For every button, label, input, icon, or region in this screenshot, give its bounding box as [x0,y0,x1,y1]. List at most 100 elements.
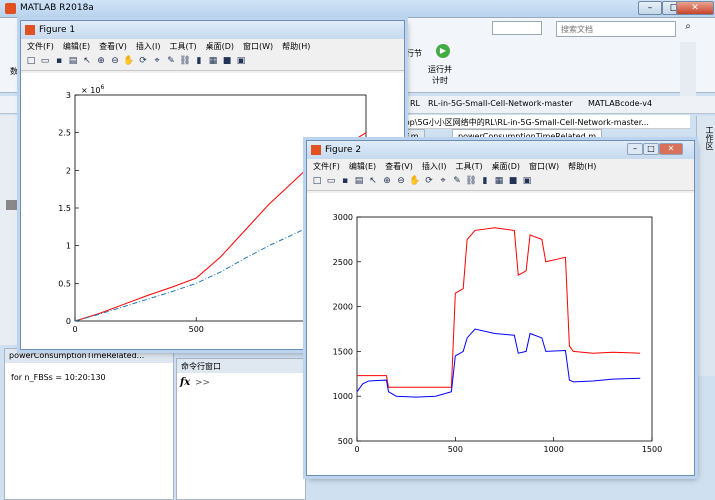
chart-2-x-tick-label: 1500 [642,445,662,454]
open-icon[interactable]: ▭ [325,175,337,187]
figure-2-window[interactable]: Figure 2 – □ ✕ 文件(F) 编辑(E) 查看(V) 插入(I) 工具(T)… [306,140,695,476]
new-figure-icon[interactable]: □ [311,175,323,187]
figure-2-maximize-button[interactable]: □ [643,143,659,155]
link-icon[interactable]: ⛓ [179,55,191,67]
chart-2-y-tick-label: 2000 [333,303,353,312]
figure-2-toolbar: □ ▭ ▪ ▤ ↖ ⊕ ⊖ ✋ ⟳ ⌖ ✎ ⛓ ▮ ▦ ■ ▣ [307,173,694,191]
ribbon-left-label: 数 [10,67,18,76]
figure-1-title: Figure 1 [39,25,76,35]
save-icon[interactable]: ▪ [53,55,65,67]
legend-icon[interactable]: ▦ [207,55,219,67]
figure-1-menu-bar: 文件(F) 编辑(E) 查看(V) 插入(I) 工具(T) 桌面(D) 窗口(W) 帮助(H) [21,39,404,53]
pan-icon[interactable]: ✋ [123,55,135,67]
menu-insert[interactable]: 插入(I) [422,162,447,171]
menu-desktop[interactable]: 桌面(D) [206,42,234,51]
figure-1-toolbar: □ ▭ ▪ ▤ ↖ ⊕ ⊖ ✋ ⟳ ⌖ ✎ ⛓ ▮ ▦ ■ ▣ [21,53,404,71]
legend-icon[interactable]: ▦ [493,175,505,187]
print-icon[interactable]: ▤ [353,175,365,187]
workspace-side-panel[interactable]: 工作区 [696,116,715,376]
hide-tools-icon[interactable]: ■ [221,55,233,67]
minimize-button[interactable]: – [638,1,662,15]
menu-tools[interactable]: 工具(T) [169,42,196,51]
data-cursor-icon[interactable]: ⌖ [437,175,449,187]
matlab-logo-icon [5,3,16,14]
zoom-in-icon[interactable]: ⊕ [95,55,107,67]
matlab-figure-icon [311,145,321,155]
menu-view[interactable]: 查看(V) [99,42,127,51]
search-icon[interactable]: ⌕ [680,21,696,37]
menu-view[interactable]: 查看(V) [385,162,413,171]
path-segment-1[interactable]: RL [410,99,420,108]
pan-icon[interactable]: ✋ [409,175,421,187]
chart-1-exponent: × 106 [81,84,104,95]
menu-edit[interactable]: 编辑(E) [349,162,376,171]
menu-window[interactable]: 窗口(W) [243,42,273,51]
app-title: MATLAB R2018a [20,3,94,13]
workspace-code-line: for n_FBSs = 10:20:130 [11,373,106,382]
path-segment-2[interactable]: RL-in-5G-Small-Cell-Network-master [428,99,573,108]
current-folder-path: ktop\5G小小区网络中的RL\RL-in-5G-Small-Cell-Net… [395,115,690,129]
chart-1-y-tick-label: 1.5 [58,204,71,213]
chart-1-y-tick-label: 2.5 [58,129,71,138]
workspace-panel: powerConsumptionTimeRelated... for n_FBS… [4,348,174,500]
data-cursor-icon[interactable]: ⌖ [151,55,163,67]
figure-2-title-bar: Figure 2 – □ ✕ [307,141,694,159]
chart-1-x-tick-label: 0 [72,325,77,334]
menu-help[interactable]: 帮助(H) [282,42,310,51]
hide-tools-icon[interactable]: ■ [507,175,519,187]
ribbon-toolbar-strip [492,21,542,35]
menu-file[interactable]: 文件(F) [313,162,340,171]
brush-icon[interactable]: ✎ [451,175,463,187]
menu-file[interactable]: 文件(F) [27,42,54,51]
brush-icon[interactable]: ✎ [165,55,177,67]
menu-insert[interactable]: 插入(I) [136,42,161,51]
colorbar-icon[interactable]: ▮ [193,55,205,67]
figure-2-close-button[interactable]: ✕ [659,143,683,155]
ribbon-collapse[interactable] [680,42,696,102]
figure-1-title-bar: Figure 1 [21,21,404,39]
command-prompt[interactable]: >> [195,378,210,388]
rotate-icon[interactable]: ⟳ [423,175,435,187]
zoom-in-icon[interactable]: ⊕ [381,175,393,187]
menu-edit[interactable]: 编辑(E) [63,42,90,51]
run-section-label[interactable]: 行节 [406,48,422,59]
dock-icon[interactable]: ▣ [235,55,247,67]
print-icon[interactable]: ▤ [67,55,79,67]
colorbar-icon[interactable]: ▮ [479,175,491,187]
chart-2-axes-box [356,216,653,442]
path-segment-3[interactable]: MATLABcode-v4 [588,99,652,108]
close-button[interactable]: ✕ [676,1,714,15]
pointer-icon[interactable]: ↖ [81,55,93,67]
figure-2-menu-bar: 文件(F) 编辑(E) 查看(V) 插入(I) 工具(T) 桌面(D) 窗口(W) 帮助(H) [307,159,694,173]
dock-icon[interactable]: ▣ [521,175,533,187]
figure-2-canvas: 0 500 1000 1500 500 1000 1500 2000 2500 3000 [307,193,694,475]
chart-1-y-tick-label: 0 [66,317,71,326]
chart-2-y-tick-label: 2500 [333,258,353,267]
workspace-panel-title: powerConsumptionTimeRelated... [5,349,173,363]
new-figure-icon[interactable]: □ [25,55,37,67]
chart-1-y-tick-label: 1 [66,242,71,251]
run-timer-icon[interactable]: ▶ [436,44,450,58]
chart-2-y-tick-label: 3000 [333,213,353,222]
command-window[interactable]: 命令行窗口 fx >> [176,358,306,500]
open-icon[interactable]: ▭ [39,55,51,67]
menu-tools[interactable]: 工具(T) [455,162,482,171]
save-icon[interactable]: ▪ [339,175,351,187]
chart-2-y-tick-label: 1500 [333,347,353,356]
rotate-icon[interactable]: ⟳ [137,55,149,67]
zoom-out-icon[interactable]: ⊖ [395,175,407,187]
fx-icon: fx [180,377,191,388]
figure-2-minimize-button[interactable]: – [627,143,643,155]
menu-window[interactable]: 窗口(W) [529,162,559,171]
menu-desktop[interactable]: 桌面(D) [492,162,520,171]
chart-2-y-tick-label: 500 [338,437,353,446]
zoom-out-icon[interactable]: ⊖ [109,55,121,67]
left-sidebar [0,115,22,345]
search-docs-input[interactable] [556,21,676,37]
run-parallel-label[interactable]: 运行并 计时 [428,64,452,86]
menu-help[interactable]: 帮助(H) [568,162,596,171]
command-window-title: 命令行窗口 [177,359,305,373]
pointer-icon[interactable]: ↖ [367,175,379,187]
figure-2-title: Figure 2 [325,145,362,155]
link-icon[interactable]: ⛓ [465,175,477,187]
